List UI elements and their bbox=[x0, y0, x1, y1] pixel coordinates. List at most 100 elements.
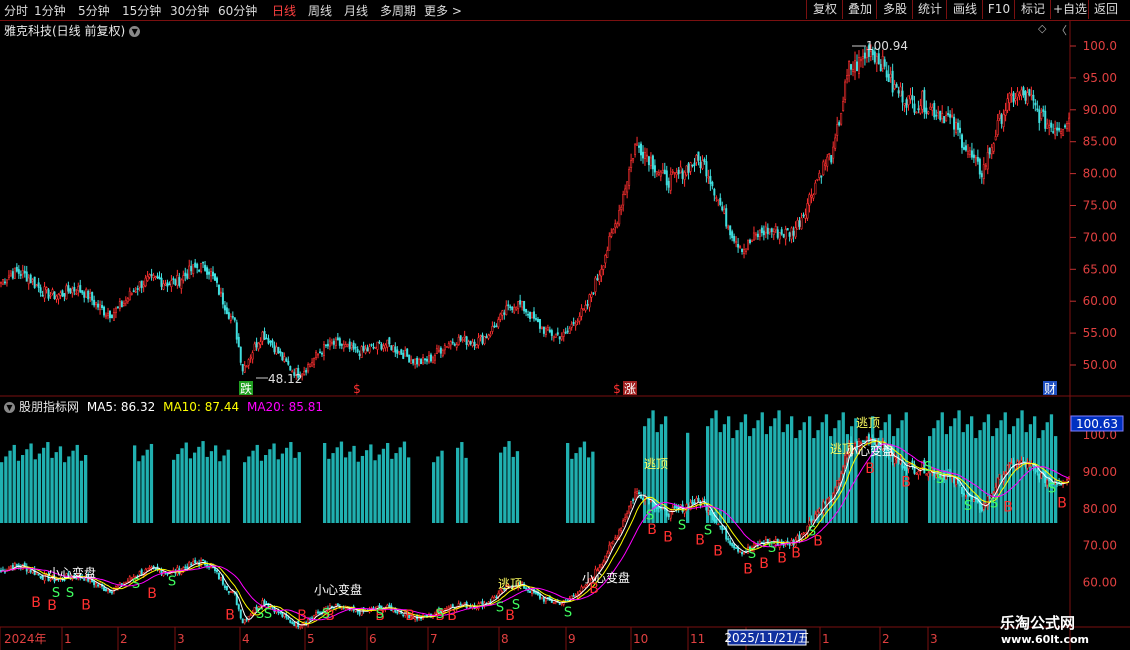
candle-body bbox=[978, 158, 981, 175]
multi-stock-button[interactable]: 多股 bbox=[876, 0, 913, 19]
price-label: 75.00 bbox=[1083, 199, 1117, 213]
period-tab-weekly[interactable]: 周线 bbox=[308, 2, 332, 19]
draw-line-button[interactable]: 画线 bbox=[946, 0, 983, 19]
period-tab-more[interactable]: 更多 > bbox=[424, 2, 462, 19]
candle-body bbox=[380, 605, 383, 611]
candle-body bbox=[77, 286, 80, 291]
candle-body bbox=[752, 232, 755, 241]
candle-body bbox=[110, 591, 113, 594]
period-tab-5min[interactable]: 5分钟 bbox=[78, 2, 110, 19]
candle-body bbox=[972, 499, 975, 502]
histogram-bar bbox=[381, 448, 386, 523]
candle-body bbox=[396, 611, 399, 614]
diamond-icon[interactable]: ◇ bbox=[1038, 22, 1046, 35]
price-label: 95.00 bbox=[1083, 71, 1117, 85]
candle-body bbox=[311, 362, 314, 367]
mark-button[interactable]: 标记 bbox=[1014, 0, 1051, 19]
candle-body bbox=[645, 154, 648, 157]
candle-body bbox=[784, 228, 787, 240]
f10-button[interactable]: F10 bbox=[982, 0, 1015, 19]
candle-body bbox=[281, 352, 284, 361]
candle-body bbox=[935, 114, 938, 117]
back-button[interactable]: 返回 bbox=[1088, 0, 1123, 19]
histogram-bar bbox=[879, 430, 883, 523]
chevron-down-icon[interactable]: ▼ bbox=[129, 26, 141, 37]
candle-body bbox=[384, 607, 387, 610]
candle-body bbox=[552, 602, 555, 605]
candle-body bbox=[491, 326, 494, 332]
candle-body bbox=[643, 496, 646, 502]
event-tag-bg bbox=[1043, 381, 1057, 395]
candle-body bbox=[144, 277, 147, 287]
statistics-button[interactable]: 统计 bbox=[912, 0, 947, 19]
histogram-bar bbox=[769, 426, 773, 523]
period-tab-multi[interactable]: 多周期 bbox=[380, 2, 416, 19]
candle-body bbox=[315, 352, 318, 358]
candle-body bbox=[640, 143, 643, 156]
candle-body bbox=[788, 232, 791, 237]
candle-body bbox=[647, 497, 650, 504]
candle-body bbox=[937, 472, 940, 475]
histogram-bar bbox=[0, 462, 4, 523]
add-watchlist-button[interactable]: +自选 bbox=[1050, 0, 1089, 19]
candle-body bbox=[124, 581, 127, 584]
candle-body bbox=[261, 331, 264, 342]
histogram-bar bbox=[1007, 434, 1012, 523]
restore-rights-button[interactable]: 复权 bbox=[806, 0, 843, 19]
chevron-left-icon[interactable]: 〈 bbox=[1056, 22, 1067, 38]
period-tab-daily[interactable]: 日线 bbox=[272, 2, 296, 19]
overlay-button[interactable]: 叠加 bbox=[842, 0, 877, 19]
candle-body bbox=[655, 171, 658, 175]
candle-body bbox=[67, 573, 70, 578]
histogram-bar bbox=[348, 451, 352, 523]
candle-body bbox=[358, 353, 361, 356]
histogram-bar bbox=[978, 430, 982, 523]
period-tab-15min[interactable]: 15分钟 bbox=[122, 2, 161, 19]
time-label: 1 bbox=[64, 632, 72, 646]
candle-body bbox=[1068, 117, 1071, 124]
histogram-bar bbox=[714, 410, 718, 523]
candle-body bbox=[869, 438, 872, 440]
candle-body bbox=[366, 347, 369, 352]
period-tab-timeshare[interactable]: 分时 bbox=[4, 2, 28, 19]
chevron-down-icon[interactable]: ▼ bbox=[4, 402, 15, 413]
candle-body bbox=[178, 568, 181, 574]
period-tab-60min[interactable]: 60分钟 bbox=[218, 2, 257, 19]
candle-body bbox=[1050, 122, 1053, 128]
candle-body bbox=[879, 64, 882, 72]
histogram-bar bbox=[71, 450, 75, 523]
candle-body bbox=[988, 148, 991, 155]
candle-body bbox=[626, 513, 629, 518]
candle-body bbox=[319, 351, 322, 354]
period-tab-monthly[interactable]: 月线 bbox=[344, 2, 368, 19]
candle-body bbox=[743, 248, 746, 255]
candle-body bbox=[636, 143, 639, 146]
candle-body bbox=[961, 486, 964, 495]
histogram-bar bbox=[773, 418, 777, 523]
sell-signal: S bbox=[322, 607, 330, 622]
candle-body bbox=[911, 460, 914, 467]
time-label: 4 bbox=[242, 632, 250, 646]
candle-body bbox=[620, 206, 623, 210]
candle-body bbox=[360, 608, 363, 616]
candle-body bbox=[594, 277, 597, 292]
candle-body bbox=[628, 169, 631, 186]
period-tab-30min[interactable]: 30分钟 bbox=[170, 2, 209, 19]
candle-body bbox=[974, 497, 977, 500]
candle-body bbox=[481, 600, 484, 608]
period-tab-1min[interactable]: 1分钟 bbox=[34, 2, 66, 19]
candle-body bbox=[320, 352, 323, 355]
candle-body bbox=[592, 577, 595, 581]
candle-body bbox=[913, 464, 916, 474]
candle-body bbox=[828, 496, 831, 499]
candle-body bbox=[51, 289, 54, 294]
candle-body bbox=[317, 353, 320, 356]
candle-body bbox=[855, 440, 858, 450]
histogram-bar bbox=[837, 420, 841, 523]
candle-body bbox=[378, 605, 381, 608]
histogram-bar bbox=[570, 458, 574, 523]
candle-body bbox=[41, 576, 44, 580]
candle-body bbox=[784, 540, 787, 545]
histogram-bar bbox=[932, 428, 936, 523]
stock-title[interactable]: 雅克科技(日线 前复权) ▼ bbox=[4, 22, 141, 39]
